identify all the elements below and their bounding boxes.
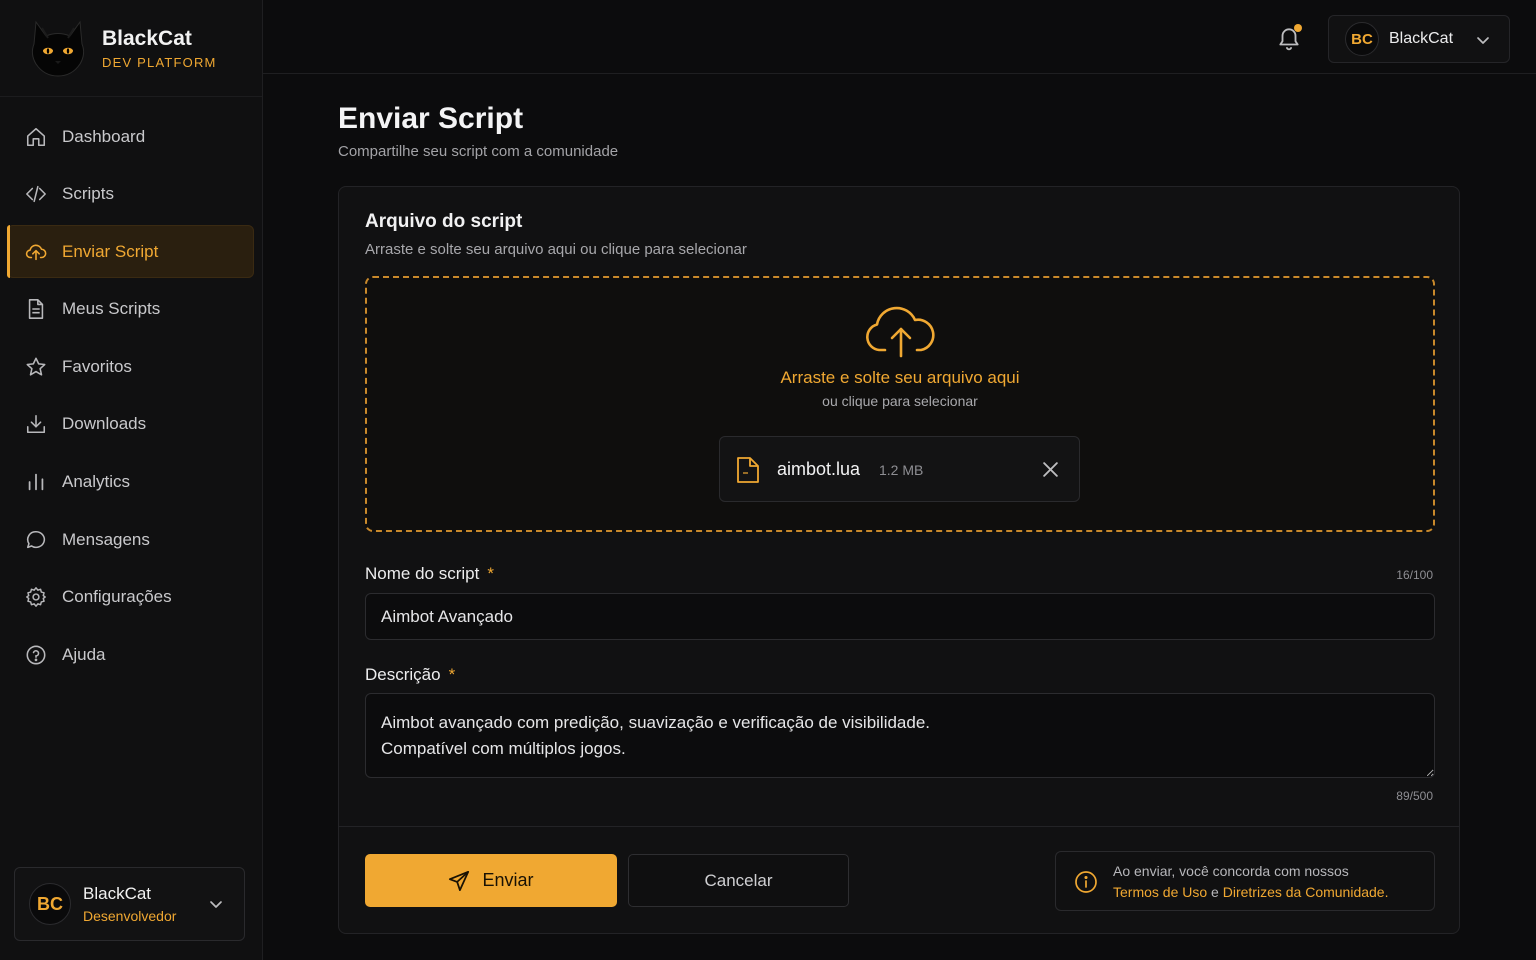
- black-cat-logo-icon: [31, 20, 85, 77]
- sidebar-item-ajuda[interactable]: Ajuda: [7, 628, 254, 681]
- brand: BlackCat DEV PLATFORM: [0, 0, 262, 97]
- chat-icon: [26, 530, 46, 548]
- sidebar-item-label: Enviar Script: [62, 241, 159, 261]
- notice-and: e: [1207, 884, 1223, 900]
- sidebar-item-label: Favoritos: [62, 356, 132, 376]
- sidebar-item-dashboard[interactable]: Dashboard: [7, 110, 254, 163]
- chevron-down-icon: [1477, 37, 1489, 44]
- terms-link[interactable]: Termos de Uso: [1113, 884, 1207, 900]
- cloud-upload-icon: [25, 244, 47, 260]
- page-subtitle: Compartilhe seu script com a comunidade: [338, 143, 619, 160]
- user-name: BlackCat: [83, 884, 152, 903]
- sidebar-item-mensagens[interactable]: Mensagens: [7, 513, 254, 566]
- label-text: Nome do script: [365, 564, 480, 583]
- description-textarea[interactable]: Aimbot avançado com predição, suavização…: [365, 693, 1435, 778]
- bar-chart-icon: [28, 473, 44, 491]
- description-label: Descrição *: [365, 665, 455, 685]
- sidebar-item-enviar-script[interactable]: Enviar Script: [7, 225, 254, 279]
- sidebar-item-label: Configurações: [62, 587, 172, 607]
- sidebar-item-scripts[interactable]: Scripts: [7, 168, 254, 221]
- dropzone-sub-text: ou clique para selecionar: [822, 393, 978, 409]
- file-dropzone[interactable]: Arraste e solte seu arquivo aqui ou cliq…: [365, 276, 1435, 532]
- sidebar-nav: Dashboard Scripts Enviar Script Meus Scr…: [7, 110, 254, 686]
- star-icon: [26, 357, 46, 376]
- required-mark: *: [448, 665, 456, 684]
- description-counter: 89/500: [1396, 789, 1433, 803]
- brand-name: BlackCat: [102, 26, 192, 50]
- sidebar-item-label: Mensagens: [62, 529, 150, 549]
- gear-icon: [26, 587, 46, 608]
- cancel-button[interactable]: Cancelar: [628, 854, 849, 907]
- topbar: BC BlackCat: [263, 0, 1536, 74]
- close-icon[interactable]: [1042, 461, 1059, 478]
- sidebar-item-configuracoes[interactable]: Configurações: [7, 571, 254, 624]
- upload-section-subtitle: Arraste e solte seu arquivo aqui ou cliq…: [365, 241, 747, 258]
- sidebar-user-menu[interactable]: BC BlackCat Desenvolvedor: [14, 867, 245, 941]
- code-icon: [26, 185, 46, 203]
- sidebar-item-label: Downloads: [62, 414, 147, 434]
- required-mark: *: [487, 564, 494, 583]
- page-title: Enviar Script: [338, 102, 524, 135]
- file-icon: [28, 299, 44, 320]
- file-size: 1.2 MB: [879, 462, 924, 478]
- script-name-counter: 16/100: [1396, 568, 1433, 582]
- file-icon: [737, 457, 759, 483]
- notice-text: Ao enviar, você concorda com nossos: [1113, 863, 1349, 879]
- sidebar-item-label: Ajuda: [62, 644, 106, 664]
- sidebar-item-analytics[interactable]: Analytics: [7, 456, 254, 509]
- notice-links: Termos de Uso e Diretrizes da Comunidade…: [1113, 884, 1388, 900]
- guidelines-link[interactable]: Diretrizes da Comunidade: [1223, 884, 1385, 900]
- file-name: aimbot.lua: [777, 459, 861, 479]
- topbar-user-menu[interactable]: BC BlackCat: [1328, 15, 1510, 63]
- avatar: BC: [1345, 22, 1379, 56]
- send-button[interactable]: Enviar: [365, 854, 617, 907]
- cloud-upload-icon: [866, 306, 935, 358]
- home-icon: [26, 127, 46, 146]
- sidebar-item-label: Dashboard: [62, 126, 146, 146]
- user-name: BlackCat: [1389, 30, 1454, 47]
- upload-form-card: Arquivo do script Arraste e solte seu ar…: [338, 186, 1460, 934]
- send-icon: [449, 870, 470, 891]
- script-name-input[interactable]: [365, 593, 1435, 640]
- sidebar-item-downloads[interactable]: Downloads: [7, 398, 254, 451]
- sidebar-item-favoritos[interactable]: Favoritos: [7, 340, 254, 393]
- terms-notice: Ao enviar, você concorda com nossos Term…: [1055, 851, 1435, 911]
- sidebar-item-label: Meus Scripts: [62, 299, 161, 319]
- chevron-down-icon: [210, 901, 222, 908]
- script-name-label: Nome do script *: [365, 564, 494, 584]
- notice-end: .: [1384, 884, 1389, 900]
- brand-subtitle: DEV PLATFORM: [102, 54, 217, 70]
- download-icon: [26, 415, 46, 434]
- sidebar-item-label: Scripts: [62, 184, 114, 204]
- dropzone-main-text: Arraste e solte seu arquivo aqui: [780, 368, 1020, 387]
- sidebar: BlackCat DEV PLATFORM Dashboard Scripts …: [0, 0, 263, 960]
- avatar: BC: [29, 883, 71, 925]
- info-icon: [1075, 871, 1097, 893]
- notification-dot: [1294, 24, 1302, 32]
- help-icon: [26, 645, 46, 665]
- user-role: Desenvolvedor: [83, 908, 177, 924]
- sidebar-item-label: Analytics: [62, 472, 131, 492]
- divider: [339, 826, 1459, 827]
- send-button-label: Enviar: [482, 870, 534, 890]
- sidebar-item-meus-scripts[interactable]: Meus Scripts: [7, 283, 254, 336]
- selected-file: aimbot.lua 1.2 MB: [719, 436, 1080, 502]
- label-text: Descrição: [365, 665, 441, 684]
- upload-section-title: Arquivo do script: [365, 211, 523, 232]
